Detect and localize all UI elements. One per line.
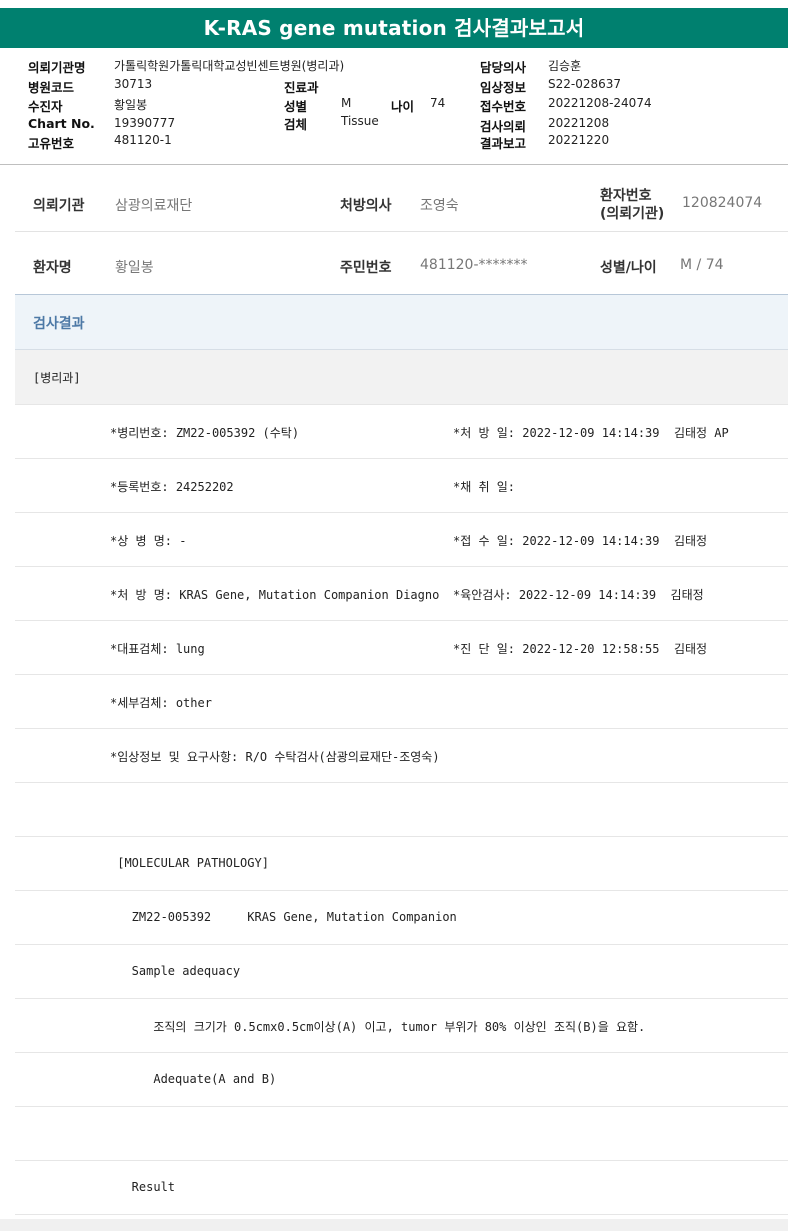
- receipt-label: 접수번호: [480, 99, 527, 114]
- unique-label: 고유번호: [28, 136, 75, 151]
- report-line: *처 방 명: KRAS Gene, Mutation Companion Di…: [15, 567, 788, 621]
- specimen-value: Tissue: [341, 114, 379, 128]
- dept-label: 진료과: [284, 80, 319, 95]
- hospital-code-label: 병원코드: [28, 80, 75, 95]
- result-heading: Result: [110, 1180, 176, 1194]
- report-lines: *병리번호: ZM22-005392 (수탁) *처 방 일: 2022-12-…: [15, 405, 788, 1215]
- report-line: [15, 1107, 788, 1161]
- report-line: Sample adequacy: [15, 945, 788, 999]
- collection-date: *채 취 일:: [453, 480, 516, 494]
- report-line: ZM22-005392 KRAS Gene, Mutation Companio…: [15, 891, 788, 945]
- sex-value: M: [341, 96, 352, 110]
- receipt-date: *접 수 일: 2022-12-09 14:14:39 김태정: [453, 534, 708, 548]
- patient-row-1: 의뢰기관 삼광의료재단 처방의사 조영숙 환자번호 (의뢰기관) 1208240…: [15, 170, 788, 232]
- age-label: 나이: [391, 99, 415, 114]
- clinical-request: *임상정보 및 요구사항: R/O 수탁검사(삼광의료재단-조영숙): [110, 750, 440, 764]
- pathology-number: *병리번호: ZM22-005392 (수탁): [110, 426, 300, 440]
- request-value: 20221208: [548, 116, 610, 130]
- report-line: 조직의 크기가 0.5cmx0.5cm이상(A) 이고, tumor 부위가 8…: [15, 999, 788, 1053]
- result-section-header: 검사결과: [15, 295, 788, 350]
- recipient-value: 황일봉: [114, 98, 148, 112]
- report-label: 결과보고: [480, 136, 527, 151]
- prescription-date: *처 방 일: 2022-12-09 14:14:39 김태정 AP: [453, 426, 729, 440]
- hospital-code-value: 30713: [114, 77, 153, 91]
- diagnosis-name: *상 병 명: -: [110, 534, 187, 548]
- molecular-pathology-heading: [MOLECULAR PATHOLOGY]: [110, 856, 269, 870]
- gross-exam-date: *육안검사: 2022-12-09 14:14:39 김태정: [453, 588, 704, 602]
- report-line: Adequate(A and B): [15, 1053, 788, 1107]
- registration-number: *등록번호: 24252202: [110, 480, 234, 494]
- name-label: 환자명: [33, 260, 72, 276]
- prescription-name: *처 방 명: KRAS Gene, Mutation Companion Di…: [110, 588, 440, 602]
- requesting-org-value: 가톨릭학원가톨릭대학교성빈센트병원(병리과): [114, 59, 345, 73]
- report-line: [MOLECULAR PATHOLOGY]: [15, 837, 788, 891]
- patient-no-label: 환자번호: [600, 188, 652, 204]
- requesting-org-label: 의뢰기관명: [28, 60, 86, 75]
- pathology-subsection-title: [병리과]: [33, 371, 81, 385]
- name-value: 황일봉: [115, 260, 154, 276]
- sexage-value: M / 74: [680, 257, 724, 273]
- test-identifier: ZM22-005392 KRAS Gene, Mutation Companio…: [110, 910, 457, 924]
- report-line: *병리번호: ZM22-005392 (수탁) *처 방 일: 2022-12-…: [15, 405, 788, 459]
- doctor-label: 담당의사: [480, 60, 527, 75]
- clinical-label: 임상정보: [480, 80, 527, 95]
- sample-adequacy-heading: Sample adequacy: [110, 964, 241, 978]
- adequacy-criteria: 조직의 크기가 0.5cmx0.5cm이상(A) 이고, tumor 부위가 8…: [110, 1020, 646, 1034]
- representative-specimen: *대표검체: lung: [110, 642, 205, 656]
- unique-value: 481120-1: [114, 133, 172, 147]
- patient-info: 의뢰기관 삼광의료재단 처방의사 조영숙 환자번호 (의뢰기관) 1208240…: [15, 170, 788, 295]
- report-line: *등록번호: 24252202 *채 취 일:: [15, 459, 788, 513]
- report-header: 의뢰기관명 가톨릭학원가톨릭대학교성빈센트병원(병리과) 병원코드 30713 …: [0, 52, 788, 164]
- patient-no-value: 120824074: [682, 195, 763, 211]
- sexage-label: 성별/나이: [600, 260, 657, 276]
- report-title: K-RAS gene mutation 검사결과보고서: [0, 8, 788, 48]
- rrn-label: 주민번호: [340, 260, 392, 276]
- detailed-specimen: *세부검체: other: [110, 696, 212, 710]
- report-line: *대표검체: lung *진 단 일: 2022-12-20 12:58:55 …: [15, 621, 788, 675]
- report-line: *상 병 명: - *접 수 일: 2022-12-09 14:14:39 김태…: [15, 513, 788, 567]
- rrn-value: 481120-*******: [420, 257, 528, 273]
- prescriber-label: 처방의사: [340, 198, 392, 214]
- bottom-strip: [0, 1219, 788, 1231]
- org-label: 의뢰기관: [33, 198, 85, 214]
- chart-value: 19390777: [114, 116, 176, 130]
- pathology-subsection: [병리과]: [15, 350, 788, 405]
- org-value: 삼광의료재단: [115, 198, 193, 214]
- age-value: 74: [430, 96, 446, 110]
- report-line: Result: [15, 1161, 788, 1215]
- diagnosis-date: *진 단 일: 2022-12-20 12:58:55 김태정: [453, 642, 708, 656]
- recipient-label: 수진자: [28, 99, 63, 114]
- receipt-value: 20221208-24074: [548, 96, 652, 110]
- result-section-title: 검사결과: [33, 316, 85, 332]
- patient-row-2: 환자명 황일봉 주민번호 481120-******* 성별/나이 M / 74: [15, 232, 788, 295]
- chart-label: Chart No.: [28, 116, 95, 131]
- patient-no-sublabel: (의뢰기관): [600, 206, 665, 222]
- header-divider: [0, 164, 788, 165]
- sex-label: 성별: [284, 99, 308, 114]
- prescriber-value: 조영숙: [420, 198, 459, 214]
- clinical-value: S22-028637: [548, 77, 622, 91]
- report-line: [15, 783, 788, 837]
- report-value: 20221220: [548, 133, 610, 147]
- adequacy-result: Adequate(A and B): [110, 1072, 277, 1086]
- report-line: *임상정보 및 요구사항: R/O 수탁검사(삼광의료재단-조영숙): [15, 729, 788, 783]
- specimen-label: 검체: [284, 117, 308, 132]
- doctor-value: 김승훈: [548, 59, 582, 73]
- report-line: *세부검체: other: [15, 675, 788, 729]
